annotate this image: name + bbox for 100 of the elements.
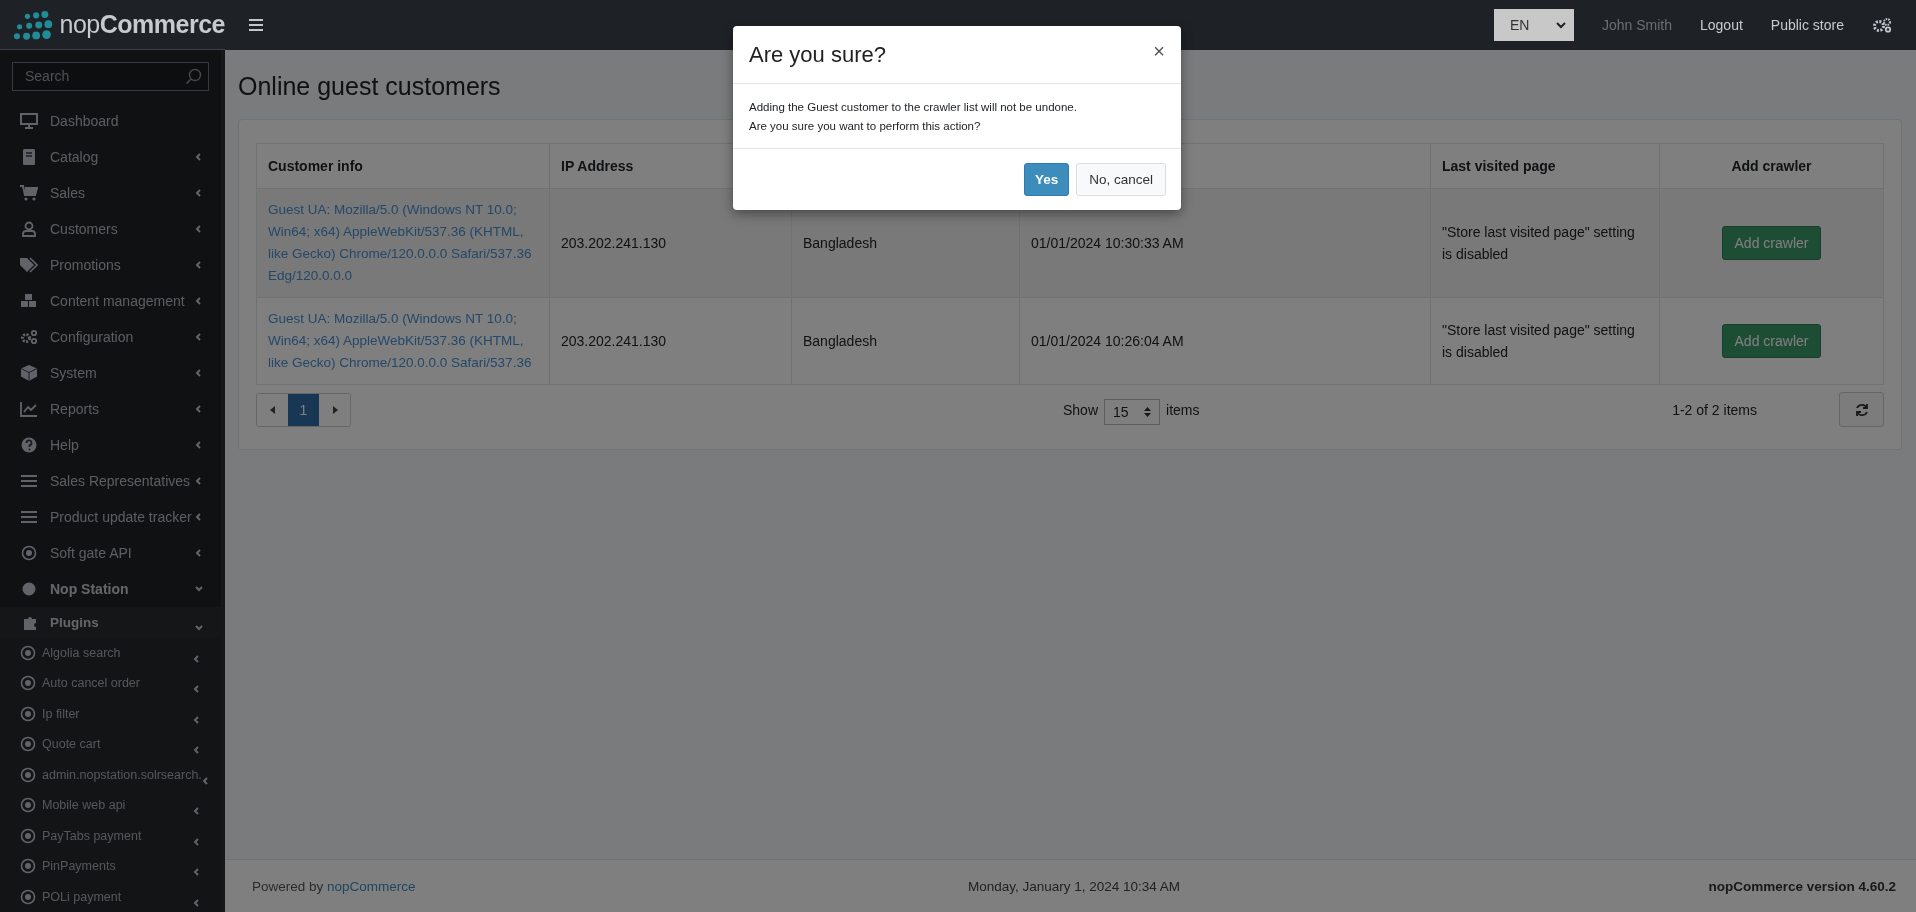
sidebar-item[interactable]: POLi payment [0,881,221,912]
sidebar-item[interactable]: Help [0,426,221,463]
search-field[interactable]: Search [12,62,209,91]
chevron-icon [195,224,203,233]
sidebar-item[interactable]: Mobile web api [0,790,221,821]
puzzle-icon [22,614,38,630]
sidebar-item[interactable]: Ip filter [0,698,221,729]
column-header: Customer info [256,143,550,189]
settings-icon[interactable] [1872,17,1892,33]
chevron-icon [195,476,203,485]
table-cell: 01/01/2024 10:30:33 AM [1031,235,1184,251]
menu-icon[interactable] [249,19,263,31]
chevron-icon [195,332,203,341]
cart-icon [20,184,38,201]
table-cell: Bangladesh [803,333,877,349]
sidebar-item[interactable]: System [0,354,221,391]
sidebar-item[interactable]: Catalog [0,138,221,175]
sidebar-item[interactable]: Quote cart [0,729,221,760]
show-label: Show [1063,401,1099,418]
chevron-icon [193,685,201,694]
sidebar-item[interactable]: Auto cancel order [0,668,221,699]
sidebar-item[interactable]: Content management [0,282,221,319]
chevron-icon [193,807,201,816]
chevron-icon [193,654,201,663]
chevron-icon [193,868,201,877]
nopcommerce-link[interactable]: nopCommerce [327,878,416,894]
dot-icon [20,544,38,561]
user-name: John Smith [1601,17,1672,33]
sidebar-item[interactable]: PinPayments [0,851,221,882]
page-size-select[interactable]: 15 [1104,398,1161,425]
sidebar-item[interactable]: Product update tracker [0,498,221,535]
sidebar-item[interactable]: Sales [0,174,221,211]
close-button[interactable]: × [1153,39,1165,63]
search-icon [185,67,202,85]
chevron-icon [195,368,203,377]
right-triangle-icon [331,405,338,414]
page-title: Online guest customers [238,72,502,101]
chevron-icon [195,260,203,269]
circle-dot-icon [20,705,36,722]
sidebar-item[interactable]: Algolia search [0,637,221,668]
gears-icon [20,328,38,345]
bars-icon [20,508,38,525]
page-button[interactable]: 1 [288,393,319,426]
up-down-arrows-icon [1144,406,1152,417]
sidebar-item[interactable]: admin.nopstation.solrsearch. [0,759,221,790]
refresh-button[interactable] [1839,392,1884,427]
cubes-icon [20,292,38,309]
sidebar-item[interactable]: Sales Representatives [0,462,221,499]
sidebar-item[interactable]: Dashboard [0,102,221,139]
dialog-message: Are you sure you want to perform this action? [749,119,982,134]
table-cell: Bangladesh [803,235,877,251]
sidebar-item[interactable]: Nop Station [0,570,221,607]
circle-dot-icon [20,766,36,783]
chevron-icon [193,898,201,907]
bars-icon [20,472,38,489]
chart-icon [20,400,38,417]
circle-dot-icon [20,827,36,844]
chevron-icon [195,404,203,413]
sidebar-item[interactable]: Promotions [0,246,221,283]
search-input[interactable]: Search [23,67,185,86]
add-crawler-button[interactable]: Add crawler [1721,226,1822,260]
circle-dot-icon [20,644,36,661]
table-cell: 203.202.241.130 [561,235,667,251]
sidebar-item[interactable]: Plugins [0,606,221,638]
cancel-button[interactable]: No, cancel [1076,163,1166,196]
items-label: items [1166,401,1200,418]
public-store-link[interactable]: Public store [1770,17,1844,33]
chevron-icon [193,715,201,724]
column-header: Add crawler [1659,143,1884,189]
sidebar-item[interactable]: PayTabs payment [0,820,221,851]
tag-icon [20,256,38,273]
column-header: Last visited page [1430,143,1660,189]
chevron-icon [193,837,201,846]
chevron-icon [193,746,201,755]
table-cell: "Store last visited page" setting is disabled [1442,224,1635,262]
sidebar-item[interactable]: Reports [0,390,221,427]
box-icon [20,364,38,381]
pager-summary: 1-2 of 2 items [1672,401,1757,418]
table-cell: 01/01/2024 10:26:04 AM [1031,333,1184,349]
logout-link[interactable]: Logout [1700,17,1743,33]
chevron-icon [1555,21,1566,29]
refresh-icon [1854,402,1869,417]
brand-name: nopCommerce [59,10,225,39]
circle-dot-icon [20,736,36,753]
sidebar-item[interactable]: Customers [0,210,221,247]
add-crawler-button[interactable]: Add crawler [1721,324,1822,358]
circle-dot-icon [20,858,36,875]
book-icon [20,148,38,165]
sidebar-item[interactable]: Configuration [0,318,221,355]
language-select[interactable]: EN [1493,9,1574,41]
table-cell: 203.202.241.130 [561,333,667,349]
chevron-icon [195,584,203,593]
help-icon [20,436,38,453]
circle-dot-icon [20,797,36,814]
chevron-icon [195,440,203,449]
left-triangle-icon [269,405,276,414]
dialog-title: Are you sure? [749,42,887,68]
sidebar-item[interactable]: Soft gate API [0,534,221,571]
yes-button[interactable]: Yes [1023,163,1070,196]
table-cell: "Store last visited page" setting is disabled [1442,322,1635,360]
